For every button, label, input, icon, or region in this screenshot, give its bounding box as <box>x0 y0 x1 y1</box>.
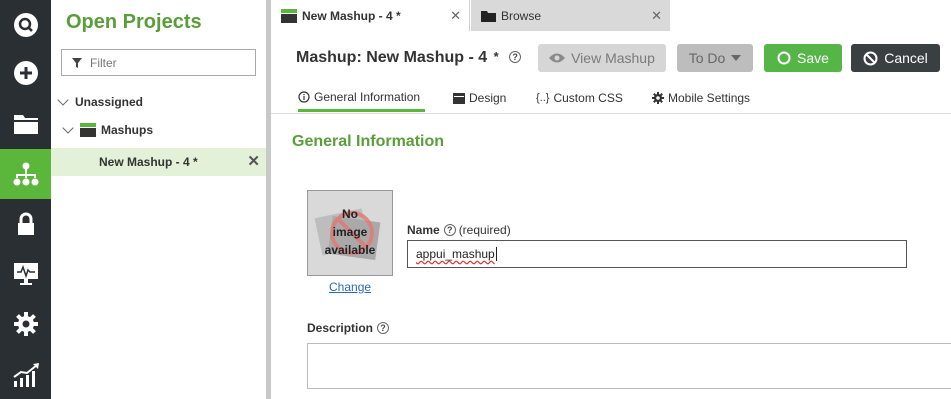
analytics-icon[interactable] <box>0 350 51 399</box>
tab-browse[interactable]: Browse ✕ <box>471 0 670 31</box>
add-icon[interactable] <box>0 48 51 98</box>
tab-label: Browse <box>501 8 542 23</box>
panel-title: Open Projects <box>66 11 202 33</box>
tab-bar: Browse ✕ New Mashup - 4 * ✕ <box>271 0 951 31</box>
todo-button[interactable]: To Do <box>677 44 753 72</box>
close-icon[interactable]: ✕ <box>651 8 662 24</box>
save-label: Save <box>797 50 829 66</box>
circle-icon <box>777 51 791 65</box>
subtab-label: Custom CSS <box>553 91 623 105</box>
folder-icon[interactable] <box>0 99 51 149</box>
no-image-line: image <box>332 225 368 239</box>
tree-folder-mashups[interactable]: Mashups <box>51 116 266 144</box>
name-label: Name ? (required) <box>407 223 511 237</box>
divider <box>271 113 951 114</box>
description-label-text: Description <box>307 321 374 335</box>
tree-folder-label: Mashups <box>101 123 154 137</box>
name-value: appui_mashup <box>416 247 495 261</box>
text-cursor <box>495 247 497 261</box>
image-preview: No image available <box>307 190 393 276</box>
panel-splitter[interactable] <box>266 0 271 399</box>
description-label: Description ? <box>307 321 390 335</box>
cancel-label: Cancel <box>884 50 928 66</box>
css-icon: {..} <box>536 92 550 104</box>
no-image-text: No image available <box>308 205 392 259</box>
change-image-link[interactable]: Change <box>329 280 371 294</box>
hierarchy-icon[interactable] <box>0 149 51 199</box>
tab-general-information[interactable]: General Information <box>298 84 425 112</box>
view-mashup-button[interactable]: View Mashup <box>538 44 666 72</box>
save-button[interactable]: Save <box>764 44 842 72</box>
close-icon[interactable]: ✕ <box>247 154 260 169</box>
close-icon[interactable]: ✕ <box>450 8 461 24</box>
mashup-icon <box>80 123 96 137</box>
description-field[interactable] <box>307 343 951 389</box>
folder-icon <box>481 10 496 22</box>
ban-icon <box>863 51 878 66</box>
gear-icon[interactable] <box>0 299 51 349</box>
filter-input[interactable]: Filter <box>61 49 256 76</box>
name-field[interactable]: appui_mashup <box>407 240 907 268</box>
info-icon <box>298 90 310 103</box>
no-image-line: available <box>324 243 376 257</box>
subtab-label: General Information <box>314 89 421 104</box>
tree-item-new-mashup[interactable]: New Mashup - 4 * ✕ <box>51 148 266 176</box>
projects-panel: Open Projects Filter Unassigned Mashups … <box>51 0 266 399</box>
eye-icon <box>549 52 566 64</box>
design-icon <box>453 92 465 104</box>
tab-custom-css[interactable]: {..} Custom CSS <box>536 84 623 112</box>
tab-label: New Mashup - 4 * <box>302 8 401 23</box>
icon-sidebar <box>0 0 51 399</box>
dirty-mark: * <box>493 49 499 64</box>
tree-group-label: Unassigned <box>75 95 144 109</box>
monitor-icon[interactable] <box>0 249 51 299</box>
required-text: (required) <box>458 223 511 237</box>
tree-item-label: New Mashup - 4 * <box>99 155 198 169</box>
help-icon[interactable]: ? <box>377 322 390 334</box>
filter-placeholder: Filter <box>90 55 117 70</box>
help-icon[interactable]: ? <box>509 51 522 63</box>
tab-mobile-settings[interactable]: Mobile Settings <box>652 84 750 112</box>
page-title-text: Mashup: New Mashup - 4 <box>296 49 488 66</box>
chevron-down-icon[interactable] <box>62 122 74 134</box>
cancel-button[interactable]: Cancel <box>851 44 940 72</box>
no-image-line: No <box>342 207 358 221</box>
todo-label: To Do <box>688 50 726 66</box>
view-mashup-label: View Mashup <box>571 50 655 66</box>
subtab-label: Design <box>469 91 507 105</box>
name-label-text: Name <box>407 223 440 237</box>
lock-icon[interactable] <box>0 199 51 249</box>
filter-icon <box>72 57 82 68</box>
caret-down-icon <box>731 55 742 61</box>
search-icon[interactable] <box>0 0 51 50</box>
tab-new-mashup[interactable]: New Mashup - 4 * ✕ <box>271 0 470 31</box>
tab-design[interactable]: Design <box>453 84 506 112</box>
chevron-down-icon[interactable] <box>57 94 69 106</box>
section-title: General Information <box>292 133 445 150</box>
gear-icon <box>652 92 664 104</box>
page-title: Mashup: New Mashup - 4 * ? <box>296 49 522 67</box>
help-icon[interactable]: ? <box>443 224 456 236</box>
tree-group-unassigned[interactable]: Unassigned <box>51 88 266 116</box>
mashup-icon <box>281 8 297 23</box>
subtab-label: Mobile Settings <box>668 91 751 105</box>
